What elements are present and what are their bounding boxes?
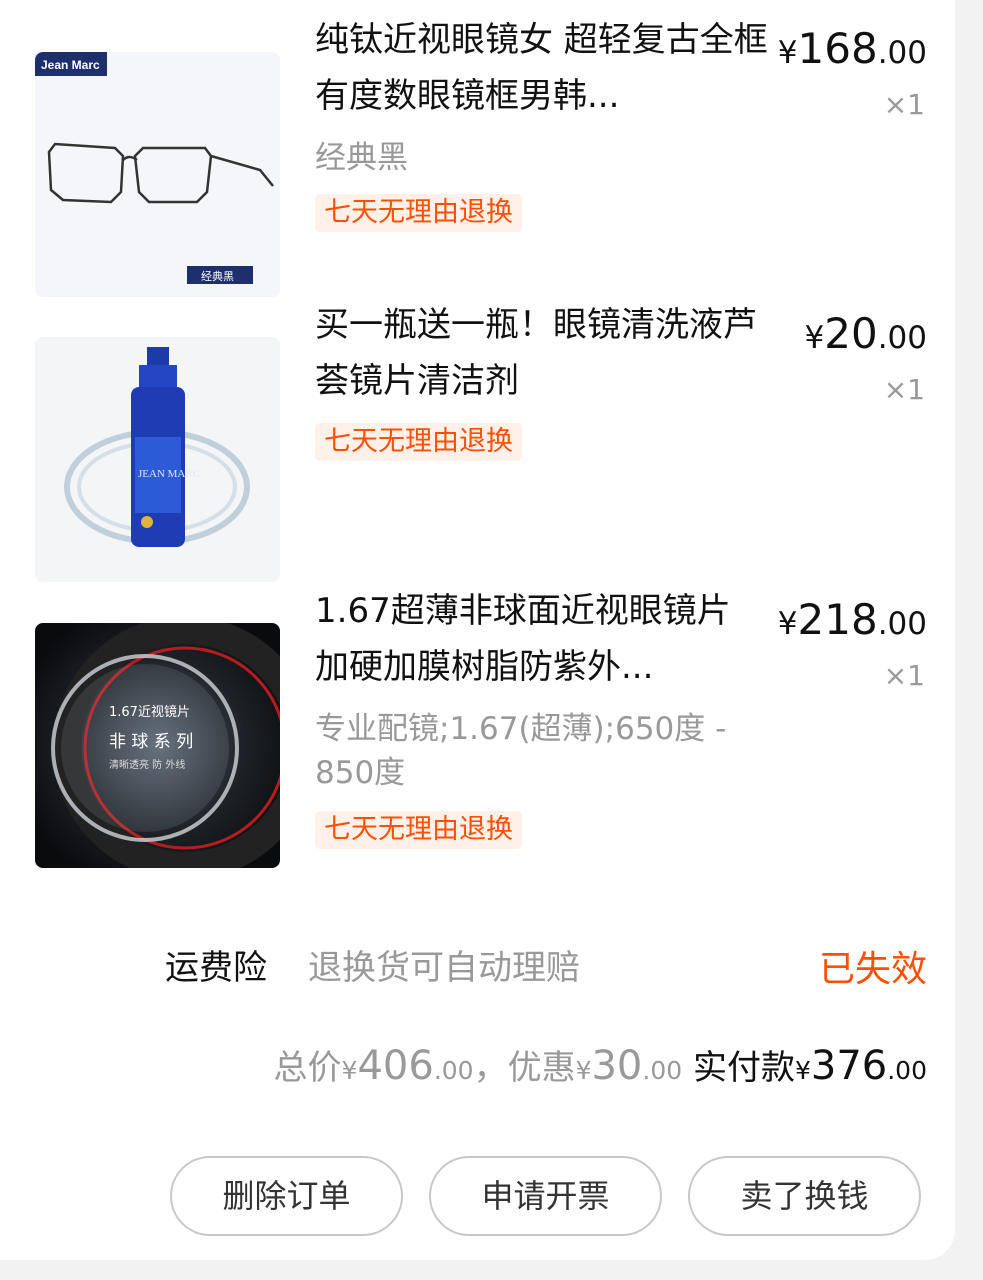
resell-button[interactable]: 卖了换钱: [688, 1156, 921, 1236]
brand-logo: Jean Marc: [41, 58, 100, 72]
return-policy-tag: 七天无理由退换: [315, 811, 522, 849]
lens-line-1: 1.67近视镜片: [109, 705, 190, 720]
product-title[interactable]: 1.67超薄非球面近视眼镜片 加硬加膜树脂防紫外...: [315, 583, 770, 695]
paid-label: 实付款: [692, 1048, 795, 1088]
total-label: 总价: [273, 1048, 342, 1088]
order-card: Jean Marc 经典黑 纯钛近视眼镜女 超轻复古全框有度数眼镜框男韩... …: [0, 0, 955, 1260]
request-invoice-button[interactable]: 申请开票: [429, 1156, 662, 1236]
bottle-label: JEAN MARC: [138, 468, 200, 480]
product-image-glasses[interactable]: Jean Marc 经典黑: [35, 52, 280, 297]
shipping-insurance-desc: 退换货可自动理赔: [308, 948, 580, 988]
shipping-insurance-row[interactable]: 运费险 退换货可自动理赔 已失效: [0, 940, 955, 990]
total-amount: 406: [357, 1043, 434, 1089]
product-variant: 经典黑: [315, 140, 408, 176]
order-totals: 总价¥406.00，优惠¥30.00 实付款¥376.00: [273, 1043, 927, 1089]
delete-order-button[interactable]: 删除订单: [170, 1156, 403, 1236]
product-price: ¥218.00: [777, 595, 927, 644]
paid-amount: 376: [810, 1043, 888, 1089]
product-price: ¥20.00: [804, 309, 928, 358]
color-badge: 经典黑: [201, 269, 234, 283]
shipping-insurance-label: 运费险: [165, 948, 267, 988]
product-quantity: ×1: [883, 88, 925, 121]
product-quantity: ×1: [883, 659, 925, 692]
return-policy-tag: 七天无理由退换: [315, 194, 522, 232]
product-title[interactable]: 买一瓶送一瓶！眼镜清洗液芦荟镜片清洁剂: [315, 297, 770, 409]
product-title[interactable]: 纯钛近视眼镜女 超轻复古全框有度数眼镜框男韩...: [315, 12, 770, 124]
return-policy-tag: 七天无理由退换: [315, 423, 522, 461]
shipping-insurance-status: 已失效: [818, 949, 927, 990]
product-image-lens[interactable]: 1.67近视镜片 非 球 系 列 清晰透亮 防 外线: [35, 623, 280, 868]
discount-label: 优惠: [507, 1048, 576, 1088]
product-price: ¥168.00: [777, 24, 927, 73]
lens-line-3: 清晰透亮 防 外线: [109, 758, 185, 771]
product-quantity: ×1: [883, 373, 925, 406]
product-variant: 专业配镜;1.67(超薄);650度 - 850度: [315, 711, 727, 791]
product-image-cleaner[interactable]: JEAN MARC: [35, 337, 280, 582]
lens-line-2: 非 球 系 列: [109, 732, 193, 752]
discount-amount: 30: [591, 1043, 643, 1089]
